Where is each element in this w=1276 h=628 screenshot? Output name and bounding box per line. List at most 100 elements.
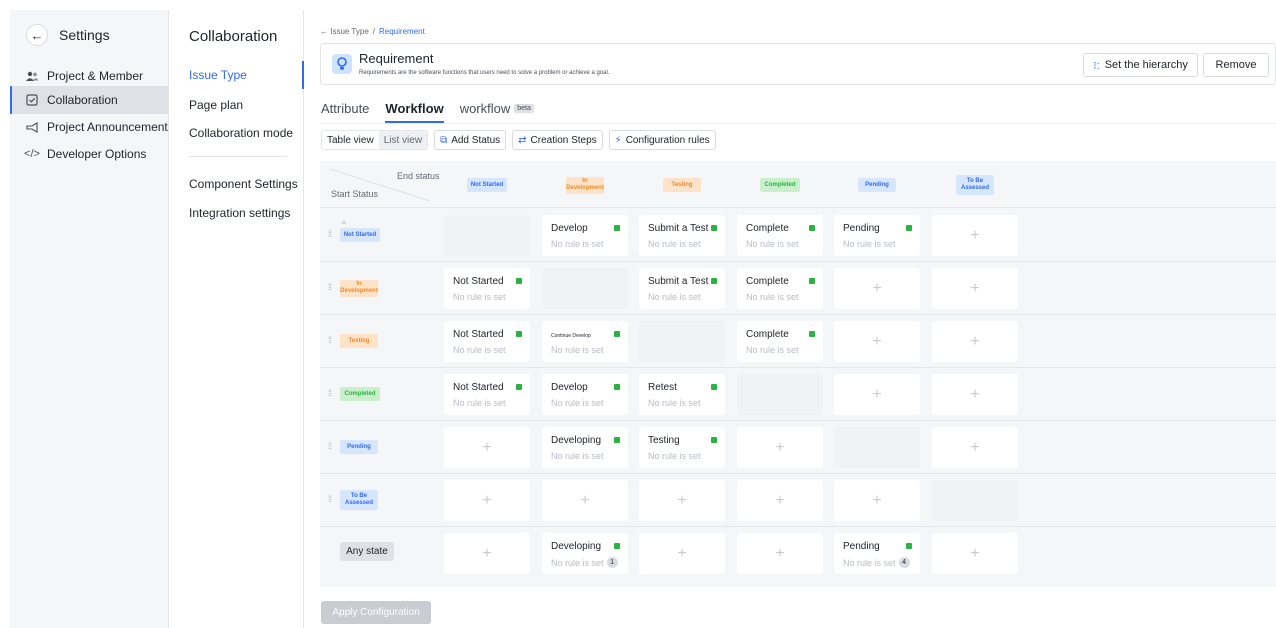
add-transition-cell[interactable]: +	[932, 427, 1018, 468]
back-button[interactable]: ←	[26, 24, 48, 46]
sidebar-item-developer-options[interactable]: </> Developer Options	[10, 140, 169, 168]
apply-configuration-button[interactable]: Apply Configuration	[321, 601, 431, 624]
rule-status-dot	[516, 384, 522, 390]
add-transition-cell[interactable]: +	[932, 321, 1018, 362]
add-transition-cell[interactable]: +	[932, 374, 1018, 415]
plus-icon: +	[872, 279, 882, 297]
rule-status: No rule is set	[746, 345, 799, 355]
add-status-icon: ⧉	[440, 134, 448, 146]
drag-handle-icon[interactable]: ⁞⁞	[328, 441, 332, 451]
creation-steps-label: Creation Steps	[530, 134, 597, 146]
panel-item-issue-type[interactable]: Issue Type	[170, 61, 304, 89]
transition-cell[interactable]: Not Started No rule is set	[444, 321, 530, 362]
transition-name: Testing	[648, 435, 680, 446]
rule-status-text: No rule is set	[843, 239, 896, 249]
transition-cell[interactable]: Pending No rule is set 4	[834, 533, 920, 574]
breadcrumb-back-link[interactable]: ← Issue Type	[320, 27, 369, 36]
panel-item-collaboration-mode[interactable]: Collaboration mode	[170, 119, 304, 147]
add-transition-cell[interactable]: +	[834, 374, 920, 415]
tab-workflow[interactable]: Workflow	[385, 97, 444, 123]
remove-button[interactable]: Remove	[1203, 53, 1269, 77]
rule-status-dot	[614, 437, 620, 443]
panel-item-integration-settings[interactable]: Integration settings	[170, 199, 304, 227]
add-transition-cell[interactable]: +	[737, 427, 823, 468]
transition-name: Pending	[843, 541, 880, 552]
transition-name: Submit a Test	[648, 276, 709, 287]
transition-cell[interactable]: Complete No rule is set	[737, 268, 823, 309]
transition-cell[interactable]: Testing No rule is set	[639, 427, 725, 468]
breadcrumb: ← Issue Type / Requirement	[320, 27, 425, 36]
add-transition-cell[interactable]: +	[932, 533, 1018, 574]
transition-cell[interactable]: Developing No rule is set	[542, 427, 628, 468]
start-status-tag: In Development	[340, 279, 378, 297]
rule-status-dot	[906, 225, 912, 231]
transition-cell[interactable]: Complete No rule is set	[737, 215, 823, 256]
add-transition-cell[interactable]: +	[639, 533, 725, 574]
add-status-button[interactable]: ⧉ Add Status	[434, 130, 507, 150]
drag-handle-icon[interactable]: ⁞⁞	[328, 282, 332, 292]
rule-status-dot	[614, 543, 620, 549]
transition-cell[interactable]: Not Started No rule is set	[444, 374, 530, 415]
transition-cell[interactable]: Submit a Test No rule is set	[639, 215, 725, 256]
drag-handle-icon[interactable]: ⁞⁞	[328, 494, 332, 504]
configuration-rules-button[interactable]: ⚡ Configuration rules	[608, 130, 716, 150]
add-transition-cell[interactable]: +	[444, 533, 530, 574]
drag-handle-icon[interactable]: ⁞⁞	[328, 388, 332, 398]
table-view-button[interactable]: Table view	[322, 131, 379, 149]
transition-name: Develop	[551, 223, 588, 234]
people-icon	[25, 69, 39, 83]
creation-steps-button[interactable]: ⇄ Creation Steps	[512, 130, 603, 150]
rule-count-badge: 4	[898, 557, 910, 568]
drag-handle-icon[interactable]: ⁞⁞	[328, 229, 332, 239]
sidebar-item-collaboration[interactable]: Collaboration	[10, 86, 169, 114]
transition-cell[interactable]: Complete No rule is set	[737, 321, 823, 362]
transition-cell[interactable]: Pending No rule is set	[834, 215, 920, 256]
transition-cell[interactable]: Developing No rule is set 1	[542, 533, 628, 574]
tab-workflow-beta[interactable]: workflow beta	[460, 97, 534, 119]
plus-icon: +	[677, 544, 687, 562]
drag-handle-icon[interactable]: ⁞⁞	[328, 335, 332, 345]
tab-attribute[interactable]: Attribute	[321, 97, 369, 119]
add-transition-cell[interactable]: +	[932, 268, 1018, 309]
plus-icon: +	[872, 491, 882, 509]
transition-cell[interactable]: Develop No rule is set	[542, 374, 628, 415]
panel-item-component-settings[interactable]: Component Settings	[170, 170, 304, 198]
add-transition-cell[interactable]: +	[834, 268, 920, 309]
add-transition-cell[interactable]: +	[542, 480, 628, 521]
rule-status-text: No rule is set	[648, 292, 701, 302]
plus-icon: +	[872, 385, 882, 403]
add-transition-cell[interactable]: +	[932, 215, 1018, 256]
transition-cell[interactable]: Retest No rule is set	[639, 374, 725, 415]
any-state-tag: Any state	[340, 542, 394, 561]
transition-cell[interactable]: Submit a Test No rule is set	[639, 268, 725, 309]
end-status-tag: To Be Assessed	[956, 175, 994, 195]
set-hierarchy-button[interactable]: ⁝: Set the hierarchy	[1083, 53, 1198, 77]
issue-type-card: Requirement Requirements are the softwar…	[320, 43, 1276, 85]
plus-icon: +	[970, 332, 980, 350]
add-transition-cell[interactable]: +	[444, 480, 530, 521]
add-transition-cell[interactable]: +	[639, 480, 725, 521]
rule-status: No rule is set	[648, 292, 701, 302]
breadcrumb-separator: /	[372, 27, 375, 36]
sidebar-item-label: Developer Options	[47, 147, 147, 161]
rule-count-badge: 1	[606, 557, 618, 568]
rule-status-dot	[906, 543, 912, 549]
plus-icon: +	[775, 438, 785, 456]
rule-status: No rule is set	[746, 239, 799, 249]
sidebar-item-project-announcement[interactable]: Project Announcement	[10, 113, 169, 141]
add-transition-cell[interactable]: +	[737, 533, 823, 574]
rule-status-text: No rule is set	[551, 557, 604, 568]
add-transition-cell[interactable]: +	[444, 427, 530, 468]
add-transition-cell[interactable]: +	[834, 321, 920, 362]
transition-cell[interactable]: Not Started No rule is set	[444, 268, 530, 309]
list-view-button[interactable]: List view	[379, 131, 427, 149]
start-status-tag: To Be Assessed	[340, 490, 378, 510]
transition-cell[interactable]: Develop No rule is set	[542, 215, 628, 256]
add-transition-cell[interactable]: +	[834, 480, 920, 521]
transition-cell[interactable]: Continue Develop No rule is set	[542, 321, 628, 362]
start-status-tag: Pending	[340, 440, 378, 454]
panel-item-page-plan[interactable]: Page plan	[170, 91, 304, 119]
plus-icon: +	[775, 491, 785, 509]
add-transition-cell[interactable]: +	[737, 480, 823, 521]
matrix-row: ⁞⁞ Pending + Developing No rule is set Testin…	[320, 421, 1276, 474]
